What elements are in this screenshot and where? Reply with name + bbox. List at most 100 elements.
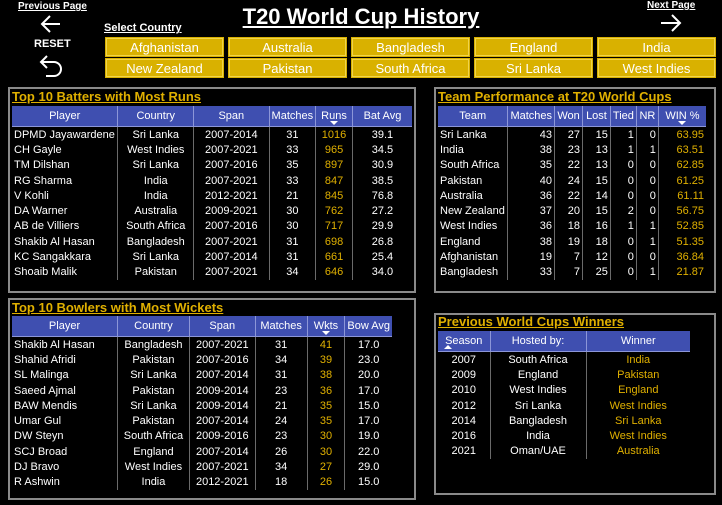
- bowlers-col-header[interactable]: Player: [12, 316, 119, 337]
- teams-cell: Pakistan: [438, 172, 509, 189]
- country-button-sri-lanka[interactable]: Sri Lanka: [475, 59, 592, 77]
- teams-cell: 25: [582, 264, 611, 280]
- teams-cell: 51.35: [676, 235, 704, 248]
- teams-row: Bangladesh 33 7 25 0 1 21.87: [438, 264, 706, 280]
- teams-col-header[interactable]: NR: [636, 106, 659, 127]
- batters-cell: 38.5: [371, 174, 394, 187]
- winners-cell: South Africa: [490, 351, 587, 368]
- country-button-india[interactable]: India: [598, 38, 715, 56]
- winners-row: 2016 India West Indies: [438, 428, 690, 444]
- teams-col-header[interactable]: Lost: [582, 106, 611, 127]
- bowlers-cell: Shahid Afridi: [12, 352, 119, 368]
- country-button-new-zealand[interactable]: New Zealand: [106, 59, 223, 77]
- country-button-pakistan[interactable]: Pakistan: [229, 59, 346, 77]
- country-button-australia[interactable]: Australia: [229, 38, 346, 56]
- batters-row: AB de Villiers South Africa 2007-2016 30 717…: [12, 218, 412, 235]
- teams-col-header[interactable]: Won: [554, 106, 584, 127]
- teams-cell: West Indies: [438, 218, 509, 235]
- reset-icon[interactable]: [38, 52, 64, 78]
- teams-cell: India: [438, 142, 509, 158]
- bowlers-cell: 2007-2021: [189, 336, 256, 353]
- bowlers-cell: 2009-2014: [189, 382, 256, 399]
- teams-cell: 1: [610, 142, 637, 158]
- bowlers-cell: 2007-2021: [189, 459, 256, 475]
- teams-cell: 19: [554, 234, 584, 250]
- bowlers-row: R Ashwin India 2012-2021 18 26 15.0: [12, 474, 392, 490]
- teams-cell: 0: [636, 172, 659, 189]
- teams-col-header[interactable]: WIN %: [658, 106, 706, 127]
- batters-cell: 33: [269, 172, 317, 189]
- winners-col-header[interactable]: Season: [438, 331, 491, 352]
- winners-col-header[interactable]: Winner: [586, 331, 690, 352]
- batters-cell: 2007-2016: [193, 218, 270, 235]
- batters-cell: 31: [269, 126, 317, 143]
- batters-cell: 21: [269, 188, 317, 204]
- teams-cell: 15: [582, 172, 611, 189]
- batters-cell: 26.8: [371, 235, 394, 248]
- teams-cell: 1: [636, 218, 659, 235]
- teams-cell: New Zealand: [438, 203, 509, 219]
- bowlers-cell: 2009-2014: [189, 398, 256, 414]
- batters-cell: Sri Lanka: [117, 249, 195, 265]
- bowlers-cell: DW Steyn: [12, 428, 119, 445]
- batters-col-header[interactable]: Matches: [269, 106, 317, 127]
- teams-cell: 0: [636, 126, 659, 143]
- winners-cell: 2010: [438, 382, 491, 398]
- winners-cell: Bangladesh: [490, 413, 587, 429]
- bowlers-col-header[interactable]: Bow Avg: [344, 316, 392, 337]
- batters-col-header[interactable]: Player: [12, 106, 119, 127]
- bowlers-row: Shahid Afridi Pakistan 2007-2016 34 39 23.0: [12, 352, 392, 368]
- bowlers-row: Shakib Al Hasan Bangladesh 2007-2021 31 41 17…: [12, 336, 392, 353]
- teams-col-header[interactable]: Tied: [610, 106, 637, 127]
- country-button-england[interactable]: England: [475, 38, 592, 56]
- bowlers-cell: Pakistan: [117, 413, 190, 429]
- teams-cell: South Africa: [438, 157, 509, 173]
- teams-col-header[interactable]: Matches: [507, 106, 556, 127]
- bowlers-cell: 2012-2021: [189, 474, 256, 490]
- batters-row: DPMD Jayawardene Sri Lanka 2007-2014 31 1016…: [12, 126, 412, 143]
- winners-table: Season Hosted by: Winner 2007 South Africa In…: [438, 331, 690, 460]
- bowlers-cell: 2007-2016: [189, 352, 256, 368]
- winners-cell: Sri Lanka: [615, 414, 662, 427]
- bowlers-cell: South Africa: [117, 428, 190, 445]
- teams-cell: 63.51: [676, 143, 704, 156]
- winners-col-header[interactable]: Hosted by:: [490, 331, 587, 352]
- batters-cell: 2007-2014: [193, 249, 270, 265]
- bowlers-row: BAW Mendis Sri Lanka 2009-2014 21 35 15.0: [12, 398, 392, 414]
- winners-row: 2012 Sri Lanka West Indies: [438, 397, 690, 414]
- batters-cell: Sri Lanka: [117, 157, 195, 173]
- batters-cell: South Africa: [117, 218, 195, 235]
- winners-title: Previous World Cups Winners: [438, 314, 625, 329]
- teams-cell: 19: [507, 249, 556, 265]
- batters-col-header[interactable]: Span: [193, 106, 270, 127]
- bowlers-col-header[interactable]: Matches: [255, 316, 308, 337]
- batters-cell: 29.9: [371, 220, 394, 233]
- bowlers-row: Saeed Ajmal Pakistan 2009-2014 23 36 17.0: [12, 382, 392, 399]
- bowlers-row: Umar Gul Pakistan 2007-2014 24 35 17.0: [12, 413, 392, 429]
- teams-cell: 61.25: [676, 174, 704, 187]
- batters-col-header[interactable]: Runs: [315, 106, 353, 127]
- teams-cell: 0: [610, 264, 637, 280]
- teams-cell: 0: [610, 172, 637, 189]
- bowlers-cell: 29.0: [357, 461, 380, 474]
- country-button-south-africa[interactable]: South Africa: [352, 59, 469, 77]
- batters-cell: 847: [315, 172, 353, 189]
- bowlers-col-header[interactable]: Wkts: [307, 316, 346, 337]
- batters-cell: 717: [315, 218, 353, 235]
- country-button-west-indies[interactable]: West Indies: [598, 59, 715, 77]
- bowlers-col-header[interactable]: Span: [189, 316, 256, 337]
- bowlers-cell: Pakistan: [117, 382, 190, 399]
- country-button-bangladesh[interactable]: Bangladesh: [352, 38, 469, 56]
- teams-cell: Bangladesh: [438, 264, 509, 280]
- batters-cell: RG Sharma: [12, 172, 119, 189]
- batters-col-header[interactable]: Bat Avg: [352, 106, 412, 127]
- bowlers-cell: 2007-2014: [189, 444, 256, 460]
- bowlers-cell: BAW Mendis: [12, 398, 119, 414]
- teams-row: Pakistan 40 24 15 0 0 61.25: [438, 172, 706, 189]
- country-button-afghanistan[interactable]: Afghanistan: [106, 38, 223, 56]
- batters-cell: 34.5: [371, 143, 394, 156]
- batters-col-header[interactable]: Country: [117, 106, 195, 127]
- teams-cell: 15: [582, 126, 611, 143]
- bowlers-col-header[interactable]: Country: [117, 316, 190, 337]
- teams-col-header[interactable]: Team: [438, 106, 509, 127]
